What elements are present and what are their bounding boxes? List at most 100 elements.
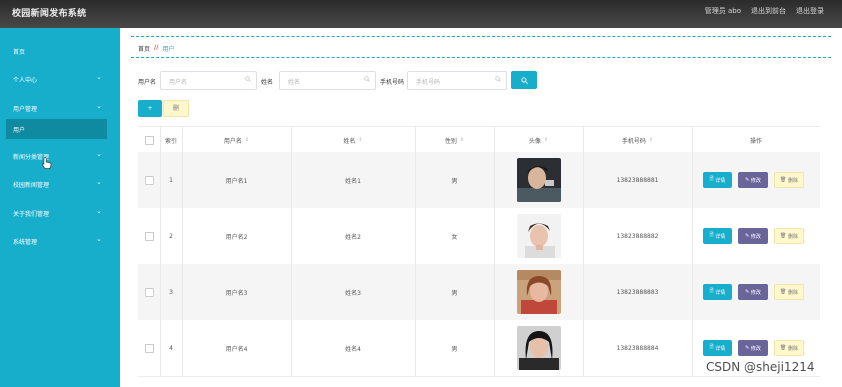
cell-index: 2 — [169, 232, 173, 240]
sort-icon[interactable]: ⇕ — [245, 137, 249, 143]
name-filter-label: 姓名 — [261, 79, 274, 86]
breadcrumb: 首页 // 用户 — [138, 44, 174, 53]
detail-button[interactable]: 🗎 详情 — [703, 340, 732, 356]
batch-delete-button[interactable]: 删 — [163, 100, 189, 117]
hand-cursor-icon — [42, 157, 52, 169]
delete-label: 删除 — [787, 345, 798, 352]
avatar — [516, 214, 561, 258]
sidebar: 首页 个人中心 ⌄ 用户管理 ⌄ 用户 新闻分类管理 ⌄ 校园新闻管理 ⌄ 关于… — [0, 28, 120, 387]
sidebar-item-campus-news[interactable]: 校园新闻管理 ⌄ — [0, 174, 120, 194]
select-all-checkbox[interactable] — [144, 135, 154, 145]
sidebar-item-label: 校园新闻管理 — [13, 182, 50, 189]
detail-button[interactable]: 🗎 详情 — [703, 284, 732, 300]
column-divider — [692, 208, 693, 264]
chevron-down-icon: ⌄ — [96, 178, 102, 186]
header-username[interactable]: 用户名 ⇕ — [182, 127, 291, 153]
column-divider — [692, 320, 693, 376]
cell-phone: 13823888884 — [616, 344, 659, 352]
row-checkbox[interactable] — [144, 343, 154, 353]
sidebar-item-about-us[interactable]: 关于我们管理 ⌄ — [0, 203, 120, 223]
cell-username: 用户名2 — [225, 233, 248, 241]
chevron-down-icon: ⌄ — [96, 73, 102, 81]
detail-button[interactable]: 🗎 详情 — [703, 172, 732, 188]
table-row: 3 用户名3 姓名3 男 13823888883 🗎 详情 ✎ 修改 🗑 删除 — [138, 264, 820, 321]
sidebar-item-users[interactable]: 用户 — [6, 119, 107, 139]
cell-avatar — [494, 264, 583, 320]
exit-to-frontend-link[interactable]: 退出到前台 — [751, 6, 786, 16]
delete-button[interactable]: 🗑 删除 — [774, 340, 804, 356]
sidebar-item-home[interactable]: 首页 — [0, 41, 120, 61]
add-button[interactable]: + — [138, 100, 162, 117]
delete-label: 删除 — [787, 289, 798, 296]
table-row: 1 用户名1 姓名1 男 13823888881 🗎 详情 ✎ 修改 🗑 删除 — [138, 152, 820, 209]
delete-button[interactable]: 🗑 删除 — [774, 284, 804, 300]
sidebar-item-label: 首页 — [13, 49, 26, 56]
sidebar-item-profile[interactable]: 个人中心 ⌄ — [0, 69, 120, 89]
search-button[interactable] — [511, 71, 537, 89]
edit-label: 修改 — [750, 345, 761, 352]
cell-name: 姓名1 — [345, 177, 361, 185]
edit-button[interactable]: ✎ 修改 — [738, 228, 768, 244]
header-gender[interactable]: 性别 ⇕ — [415, 127, 494, 153]
row-checkbox[interactable] — [144, 287, 154, 297]
avatar — [516, 270, 561, 314]
sort-icon[interactable]: ⇕ — [649, 137, 653, 143]
row-checkbox-cell — [138, 208, 160, 264]
header-phone[interactable]: 手机号码 ⇕ — [583, 127, 692, 153]
cell-phone: 13823888882 — [616, 232, 659, 240]
phone-search-input[interactable]: 手机号码 — [407, 71, 507, 90]
sort-icon[interactable]: ⇕ — [358, 137, 362, 143]
sidebar-item-label: 用户管理 — [13, 106, 38, 113]
sidebar-item-system[interactable]: 系统管理 ⌄ — [0, 231, 120, 251]
input-placeholder: 姓名 — [288, 79, 301, 86]
row-checkbox[interactable] — [144, 175, 154, 185]
name-search-input[interactable]: 姓名 — [279, 71, 376, 90]
cell-username: 用户名4 — [225, 345, 248, 353]
row-checkbox[interactable] — [144, 231, 154, 241]
logout-link[interactable]: 退出登录 — [796, 6, 824, 16]
trash-icon: 🗑 — [780, 177, 788, 183]
header-name-label: 姓名 — [343, 137, 356, 145]
input-placeholder: 用户名 — [169, 79, 188, 86]
cell-username: 用户名1 — [225, 177, 248, 185]
sort-icon[interactable]: ⇕ — [460, 137, 464, 143]
cell-name: 姓名3 — [345, 289, 361, 297]
edit-button[interactable]: ✎ 修改 — [738, 284, 768, 300]
cell-index: 3 — [169, 288, 173, 296]
cell-gender: 男 — [451, 289, 458, 297]
header-name[interactable]: 姓名 ⇕ — [291, 127, 415, 153]
row-checkbox-cell — [138, 264, 160, 320]
header-avatar-label: 头像 — [528, 137, 541, 145]
table-header: 索引 用户名 ⇕ 姓名 ⇕ 性别 ⇕ 头像 ⇕ 手机号码 ⇕ 操作 — [138, 126, 820, 154]
detail-label: 详情 — [715, 289, 726, 296]
delete-button[interactable]: 🗑 删除 — [774, 172, 804, 188]
app-title: 校园新闻发布系统 — [12, 9, 87, 19]
sidebar-item-news-category[interactable]: 新闻分类管理 ⌄ — [0, 146, 120, 166]
sidebar-item-label: 用户 — [13, 127, 26, 134]
breadcrumb-current: 用户 — [162, 46, 175, 53]
sidebar-item-label: 系统管理 — [13, 239, 38, 246]
watermark: CSDN @sheji1214 — [706, 360, 815, 374]
header-avatar[interactable]: 头像 ⇕ — [494, 127, 583, 153]
breadcrumb-separator: // — [154, 44, 159, 51]
username-search-input[interactable]: 用户名 — [160, 71, 257, 90]
delete-button[interactable]: 🗑 删除 — [774, 228, 804, 244]
edit-label: 修改 — [750, 233, 761, 240]
delete-label: 删除 — [787, 233, 798, 240]
breadcrumb-home[interactable]: 首页 — [138, 44, 150, 53]
edit-button[interactable]: ✎ 修改 — [738, 172, 768, 188]
chevron-down-icon: ⌄ — [96, 150, 102, 158]
cell-gender: 女 — [451, 233, 458, 241]
cell-avatar — [494, 152, 583, 208]
search-icon — [521, 77, 528, 84]
divider — [131, 36, 831, 37]
column-divider — [692, 264, 693, 320]
edit-button[interactable]: ✎ 修改 — [738, 340, 768, 356]
detail-button[interactable]: 🗎 详情 — [703, 228, 732, 244]
sort-icon[interactable]: ⇕ — [544, 137, 548, 143]
top-right-menu: 管理员 abo 退出到前台 退出登录 — [705, 6, 824, 16]
sidebar-item-user-management[interactable]: 用户管理 ⌄ — [0, 98, 120, 118]
header-ops: 操作 — [749, 137, 762, 145]
header-username-label: 用户名 — [223, 137, 242, 145]
cell-gender: 男 — [451, 345, 458, 353]
